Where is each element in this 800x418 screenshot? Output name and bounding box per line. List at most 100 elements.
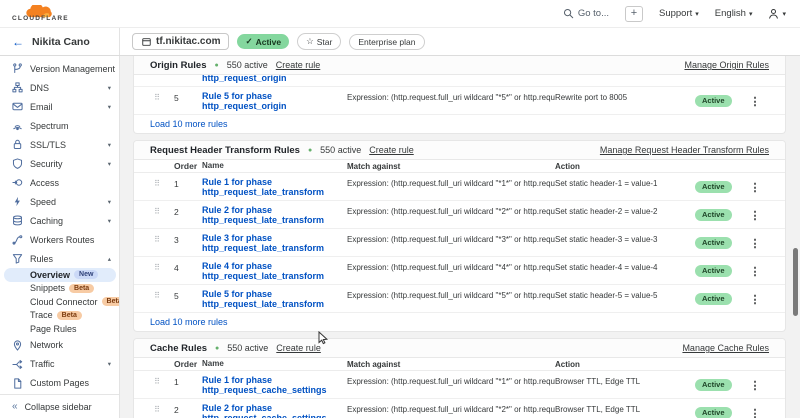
user-icon xyxy=(768,8,779,19)
rule-name-link[interactable]: Rule 5 for phase http_request_origin xyxy=(202,91,347,111)
section-title: Request Header Transform Rules xyxy=(150,145,300,156)
beta-badge: Beta xyxy=(69,284,94,293)
sidebar-item-workers-routes[interactable]: Workers Routes xyxy=(0,230,119,249)
section-title: Origin Rules xyxy=(150,60,206,71)
table-column-headers: Order Name Match against Action xyxy=(134,358,785,371)
zone-selector[interactable]: tf.nikitac.com xyxy=(132,33,229,50)
table-column-headers: Order Name Match against Action xyxy=(134,160,785,173)
rule-name-link[interactable]: Rule 1 for phase http_request_cache_sett… xyxy=(202,375,347,395)
kebab-menu-icon[interactable]: ⋮ xyxy=(743,177,767,197)
chevron-down-icon: ▾ xyxy=(108,103,111,111)
sidebar-item-network[interactable]: Network xyxy=(0,336,119,355)
back-arrow-icon[interactable]: ← xyxy=(12,35,24,49)
rule-name-link[interactable]: Rule 2 for phase http_request_late_trans… xyxy=(202,205,347,225)
sidebar-item-email[interactable]: Email ▾ xyxy=(0,97,119,116)
manage-origin-rules-link[interactable]: Manage Origin Rules xyxy=(684,60,769,70)
drag-handle-icon[interactable]: ⠿ xyxy=(148,375,166,395)
manage-rht-rules-link[interactable]: Manage Request Header Transform Rules xyxy=(600,145,769,155)
drag-handle-icon[interactable]: ⠿ xyxy=(148,289,166,309)
sidebar-item-ssl-tls[interactable]: SSL/TLS ▾ xyxy=(0,135,119,154)
support-menu[interactable]: Support ▾ xyxy=(659,8,699,19)
kebab-menu-icon[interactable]: ⋮ xyxy=(743,261,767,281)
database-icon xyxy=(12,215,23,226)
rule-name-link[interactable]: Rule 4 for phase http_request_late_trans… xyxy=(202,261,347,281)
rule-name-link[interactable]: Rule 1 for phase http_request_late_trans… xyxy=(202,177,347,197)
chevron-up-icon: ▴ xyxy=(108,255,111,263)
kebab-menu-icon[interactable]: ⋮ xyxy=(743,375,767,395)
rule-action: Set static header-3 = value-3 xyxy=(555,233,695,253)
funnel-icon xyxy=(12,253,23,264)
access-icon xyxy=(12,177,23,188)
request-header-transform-rules-section: Request Header Transform Rules ● 550 act… xyxy=(133,140,786,332)
sidebar-item-dns[interactable]: DNS ▾ xyxy=(0,78,119,97)
status-badge: Active xyxy=(695,181,732,193)
kebab-menu-icon[interactable]: ⋮ xyxy=(743,91,767,111)
drag-handle-icon[interactable]: ⠿ xyxy=(148,177,166,197)
collapse-sidebar-button[interactable]: « Collapse sidebar xyxy=(0,394,119,418)
kebab-menu-icon[interactable]: ⋮ xyxy=(743,233,767,253)
rule-name-link[interactable]: Rule 2 for phase http_request_cache_sett… xyxy=(202,403,347,418)
sidebar-item-version-management[interactable]: Version Management xyxy=(0,59,119,78)
beta-badge: Beta xyxy=(57,311,82,320)
load-more-rules-link[interactable]: Load 10 more rules xyxy=(134,115,785,133)
drag-handle-icon[interactable]: ⠿ xyxy=(148,205,166,225)
brand-text: CLOUDFLARE xyxy=(12,16,69,23)
language-menu[interactable]: English ▾ xyxy=(715,8,753,19)
sidebar-item-speed[interactable]: Speed ▾ xyxy=(0,192,119,211)
sidebar-item-snippets[interactable]: Snippets Beta xyxy=(0,282,119,296)
rule-match: Expression: (http.request.full_uri wildc… xyxy=(347,205,555,225)
rule-order: 5 xyxy=(166,91,202,111)
drag-handle-icon[interactable]: ⠿ xyxy=(148,91,166,111)
drag-handle-icon[interactable]: ⠿ xyxy=(148,261,166,281)
create-rule-link[interactable]: Create rule xyxy=(369,145,414,155)
kebab-menu-icon[interactable]: ⋮ xyxy=(743,205,767,225)
rule-match: Expression: (http.request.full_uri wildc… xyxy=(347,375,555,395)
manage-cache-rules-link[interactable]: Manage Cache Rules xyxy=(682,343,769,353)
new-badge: New xyxy=(74,270,98,279)
rule-name-link[interactable]: Rule 5 for phase http_request_late_trans… xyxy=(202,289,347,309)
drag-handle-icon[interactable]: ⠿ xyxy=(148,403,166,418)
chevron-down-icon: ▾ xyxy=(108,217,111,225)
kebab-menu-icon[interactable]: ⋮ xyxy=(743,403,767,418)
rule-name-link[interactable]: Rule 3 for phase http_request_late_trans… xyxy=(202,233,347,253)
goto-search[interactable]: Go to... xyxy=(563,8,609,19)
scrollbar-thumb[interactable] xyxy=(793,248,798,316)
account-menu[interactable]: ▾ xyxy=(768,8,786,19)
mouse-cursor-icon xyxy=(318,331,330,345)
chevron-down-icon: ▾ xyxy=(108,198,111,206)
sidebar-item-trace[interactable]: Trace Beta xyxy=(0,309,119,323)
add-site-button[interactable]: + xyxy=(625,6,643,22)
kebab-menu-icon[interactable]: ⋮ xyxy=(743,289,767,309)
active-count: 550 active xyxy=(320,145,361,155)
lock-icon xyxy=(12,139,23,150)
cloudflare-logo[interactable]: CLOUDFLARE xyxy=(12,5,69,23)
sidebar-item-spectrum[interactable]: Spectrum xyxy=(0,116,119,135)
status-badge: Active xyxy=(695,379,732,391)
sidebar-item-page-rules[interactable]: Page Rules xyxy=(0,322,119,336)
origin-rules-header: Origin Rules ● 550 active Create rule Ma… xyxy=(134,56,785,75)
rule-action: Browser TTL, Edge TTL xyxy=(555,375,695,395)
create-rule-link[interactable]: Create rule xyxy=(276,343,321,353)
sidebar: Version Management DNS ▾ Email ▾ Spectru… xyxy=(0,56,120,418)
status-badge: Active xyxy=(695,237,732,249)
sidebar-item-security[interactable]: Security ▾ xyxy=(0,154,119,173)
status-dot-icon: ● xyxy=(215,345,219,352)
top-bar: CLOUDFLARE Go to... + Support ▾ English … xyxy=(0,0,800,28)
sidebar-item-custom-pages[interactable]: Custom Pages xyxy=(0,374,119,393)
sidebar-item-access[interactable]: Access xyxy=(0,173,119,192)
sidebar-item-rules[interactable]: Rules ▴ xyxy=(0,249,119,268)
sidebar-item-traffic[interactable]: Traffic ▾ xyxy=(0,355,119,374)
star-zone-button[interactable]: ☆ Star xyxy=(297,33,341,50)
account-name[interactable]: Nikita Cano xyxy=(32,36,90,48)
table-row: ⠿ 2 Rule 2 for phase http_request_cache_… xyxy=(134,399,785,418)
create-rule-link[interactable]: Create rule xyxy=(276,60,321,70)
sidebar-item-overview[interactable]: Overview New xyxy=(4,268,116,282)
rule-match: Expression: (http.request.full_uri wildc… xyxy=(347,261,555,281)
drag-handle-icon[interactable]: ⠿ xyxy=(148,233,166,253)
sidebar-item-caching[interactable]: Caching ▾ xyxy=(0,211,119,230)
status-dot-icon: ● xyxy=(308,147,312,154)
load-more-rules-link[interactable]: Load 10 more rules xyxy=(134,313,785,331)
sidebar-item-cloud-connector[interactable]: Cloud Connector Beta xyxy=(0,295,119,309)
chevron-down-icon: ▾ xyxy=(695,10,699,18)
rule-match: Expression: (http.request.full_uri wildc… xyxy=(347,403,555,418)
